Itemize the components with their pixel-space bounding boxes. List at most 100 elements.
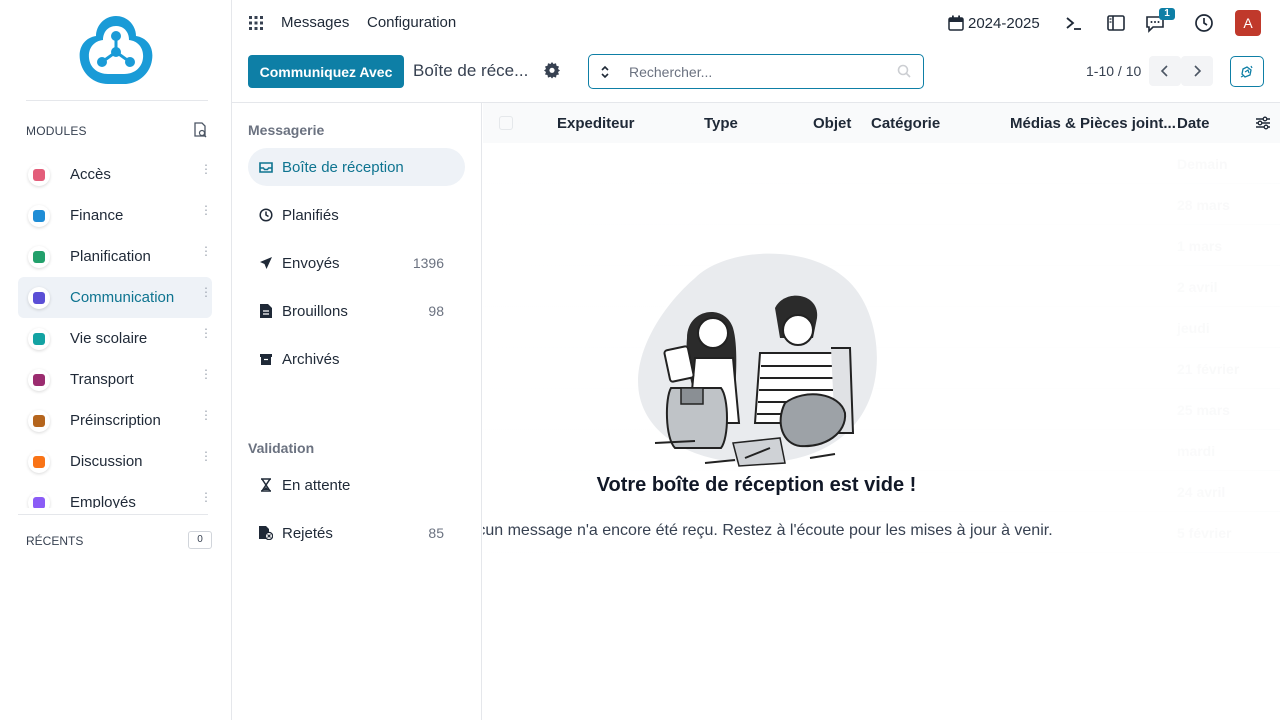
empty-inbox-illustration xyxy=(638,253,877,467)
column-header-date[interactable]: Date xyxy=(1177,115,1210,132)
recents-label: RÉCENTS xyxy=(26,534,84,548)
module-icon xyxy=(28,450,50,473)
empty-overlay xyxy=(483,143,1280,720)
folder-planifies[interactable]: Planifiés xyxy=(248,196,465,234)
message-list: Expediteur Type Objet Catégorie Médias &… xyxy=(483,103,1280,720)
terminal-icon[interactable] xyxy=(1063,12,1085,34)
folder-count: 1396 xyxy=(412,255,444,271)
inbox-icon xyxy=(258,159,274,175)
folder-count: 85 xyxy=(428,525,444,541)
search-input[interactable] xyxy=(629,62,889,82)
apps-grid-icon[interactable] xyxy=(249,16,263,30)
more-options-icon[interactable]: ⋮ xyxy=(200,491,212,508)
sidebar-item-label: Communication xyxy=(70,289,175,306)
folder-archives[interactable]: Archivés xyxy=(248,340,465,378)
ai-assistant-button[interactable] xyxy=(1230,56,1264,87)
folder-boite-de-reception[interactable]: Boîte de réception xyxy=(248,148,465,186)
modules-header: MODULES xyxy=(26,121,212,139)
sidebar-item-communication[interactable]: Communication ⋮ xyxy=(18,277,212,318)
folder-count: 98 xyxy=(428,303,444,319)
send-icon xyxy=(258,255,274,271)
sidebar-item-label: Vie scolaire xyxy=(70,330,148,347)
folder-label: En attente xyxy=(282,476,351,494)
column-settings-icon[interactable] xyxy=(1255,116,1271,130)
module-icon xyxy=(28,409,50,432)
sidebar-item-label: Discussion xyxy=(70,453,143,470)
app-logo[interactable] xyxy=(76,12,156,90)
module-search-icon[interactable] xyxy=(192,121,208,139)
sidebar-item-label: Planification xyxy=(70,248,151,265)
folder-brouillons[interactable]: Brouillons 98 xyxy=(248,292,465,330)
chevron-left-icon xyxy=(1160,65,1168,77)
folder-label: Rejetés xyxy=(282,524,333,542)
previous-page-button[interactable] xyxy=(1149,56,1181,86)
select-all-checkbox[interactable] xyxy=(499,116,513,130)
nav-configuration[interactable]: Configuration xyxy=(367,14,456,31)
calendar-icon xyxy=(948,15,964,31)
clock-icon xyxy=(258,207,274,223)
column-header-type[interactable]: Type xyxy=(704,115,738,132)
divider xyxy=(26,100,208,101)
school-year-selector[interactable]: 2024-2025 xyxy=(948,12,1040,34)
panel-toggle-icon[interactable] xyxy=(1105,12,1127,34)
empty-state-message: cun message n'a encore été reçu. Restez … xyxy=(483,522,1053,539)
sidebar-item-planification[interactable]: Planification ⋮ xyxy=(18,236,212,277)
more-options-icon[interactable]: ⋮ xyxy=(200,368,212,386)
more-options-icon[interactable]: ⋮ xyxy=(200,409,212,427)
folder-envoyes[interactable]: Envoyés 1396 xyxy=(248,244,465,282)
pager-value[interactable]: 1-10 / 10 xyxy=(1086,63,1141,79)
sidebar-item-label: Finance xyxy=(70,207,124,224)
draft-icon xyxy=(258,303,274,319)
column-header-sender[interactable]: Expediteur xyxy=(557,115,635,132)
user-avatar[interactable]: A xyxy=(1235,10,1261,36)
search-icon[interactable] xyxy=(897,64,911,78)
recents-count-badge[interactable]: 0 xyxy=(188,531,212,549)
validation-section-title: Validation xyxy=(248,440,315,456)
sidebar-item-label: Accès xyxy=(70,166,111,183)
communicate-button[interactable]: Communiquez Avec xyxy=(248,55,404,88)
top-bar: Messages Configuration 2024-2025 1 A xyxy=(232,0,1280,46)
school-year: 2024-2025 xyxy=(968,14,1040,32)
more-options-icon[interactable]: ⋮ xyxy=(200,286,212,304)
more-options-icon[interactable]: ⋮ xyxy=(200,163,212,181)
more-options-icon[interactable]: ⋮ xyxy=(200,327,212,345)
sidebar-item-acces[interactable]: Accès ⋮ xyxy=(18,154,212,195)
more-options-icon[interactable]: ⋮ xyxy=(200,204,212,222)
sidebar-item-label: Transport xyxy=(70,371,134,388)
column-header-attachments[interactable]: Médias & Pièces joint... xyxy=(1010,115,1176,132)
sidebar-item-employes[interactable]: Employés ⋮ xyxy=(18,482,212,508)
modules-label: MODULES xyxy=(26,124,87,138)
activity-clock-icon[interactable] xyxy=(1193,12,1215,34)
folder-label: Envoyés xyxy=(282,254,340,272)
module-icon xyxy=(28,491,50,508)
sidebar-item-vie-scolaire[interactable]: Vie scolaire ⋮ xyxy=(18,318,212,359)
search-bar xyxy=(588,54,924,89)
more-options-icon[interactable]: ⋮ xyxy=(200,450,212,468)
archive-icon xyxy=(258,351,274,367)
nav-messages[interactable]: Messages xyxy=(281,14,349,31)
gear-icon[interactable] xyxy=(543,61,561,79)
module-icon xyxy=(28,368,50,391)
next-page-button[interactable] xyxy=(1181,56,1213,86)
module-icon xyxy=(28,327,50,350)
divider xyxy=(18,514,208,515)
module-icon xyxy=(28,286,50,309)
sidebar-item-preinscription[interactable]: Préinscription ⋮ xyxy=(18,400,212,441)
sidebar-item-label: Employés xyxy=(70,494,136,508)
messaging-section-title: Messagerie xyxy=(248,122,325,138)
sidebar-item-finance[interactable]: Finance ⋮ xyxy=(18,195,212,236)
folder-rejetes[interactable]: Rejetés 85 xyxy=(248,514,465,552)
folder-label: Archivés xyxy=(282,350,340,368)
column-header-subject[interactable]: Objet xyxy=(813,115,851,132)
breadcrumb: Boîte de réce... xyxy=(413,61,529,80)
more-options-icon[interactable]: ⋮ xyxy=(200,245,212,263)
column-header-category[interactable]: Catégorie xyxy=(871,115,940,132)
module-icon xyxy=(28,163,50,186)
sort-toggle-icon[interactable] xyxy=(599,65,611,79)
folder-label: Boîte de réception xyxy=(282,158,404,176)
sidebar-item-transport[interactable]: Transport ⋮ xyxy=(18,359,212,400)
folder-label: Brouillons xyxy=(282,302,348,320)
mail-folder-panel: Messagerie Boîte de réception Planifiés En… xyxy=(232,103,482,720)
folder-en-attente[interactable]: En attente xyxy=(248,466,465,504)
sidebar-item-discussion[interactable]: Discussion ⋮ xyxy=(18,441,212,482)
